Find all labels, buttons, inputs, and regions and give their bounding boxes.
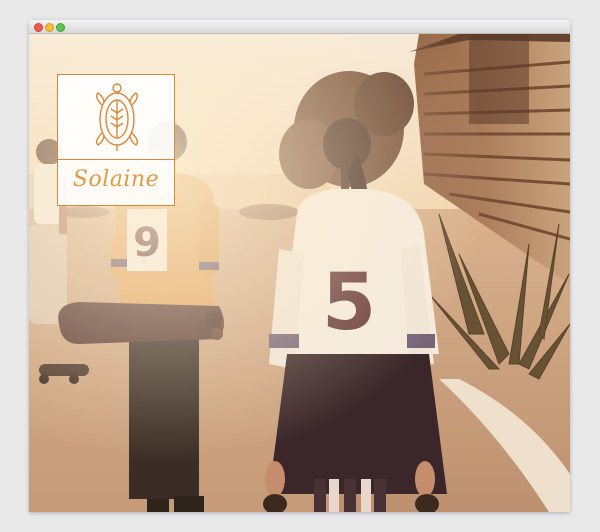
brand-logo[interactable]: Solaine (57, 74, 175, 206)
window-titlebar (29, 20, 570, 34)
close-window-button[interactable] (34, 23, 43, 32)
browser-window: 9 5 (29, 20, 570, 512)
minimize-window-button[interactable] (45, 23, 54, 32)
turtle-icon (95, 83, 139, 151)
page-viewport: 9 5 (29, 34, 570, 512)
logo-divider (58, 159, 174, 160)
zoom-window-button[interactable] (56, 23, 65, 32)
brand-wordmark: Solaine (72, 167, 160, 192)
